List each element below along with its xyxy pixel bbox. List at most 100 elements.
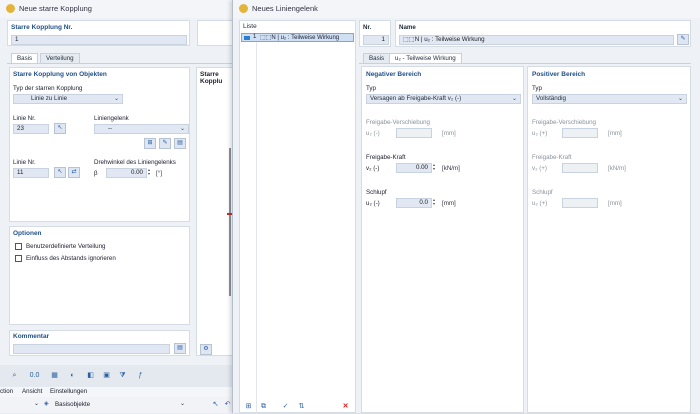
- negative-typ-dropdown[interactable]: Versagen ab Freigabe-Kraft v₂ (-) ⌄: [366, 94, 521, 104]
- sort-icon[interactable]: ⇅: [296, 401, 307, 412]
- negative-typ-label: Typ: [366, 85, 376, 92]
- pick-line1-icon[interactable]: ↖: [54, 123, 66, 134]
- hinge-value: --: [108, 125, 113, 132]
- line1-field[interactable]: 23: [13, 124, 49, 134]
- negative-force-label: v₂ (-): [366, 165, 380, 172]
- negative-title: Negativer Bereich: [366, 71, 422, 78]
- menu-item-action[interactable]: ction: [0, 388, 13, 395]
- back-no-field[interactable]: 1: [11, 35, 187, 45]
- object-bar: ⌄ ◈ Basisobjekte ⌄ ↖ ↶: [0, 397, 236, 413]
- edit-hinge-icon[interactable]: ✎: [159, 138, 171, 149]
- negative-shift-unit: [mm]: [442, 130, 456, 137]
- check-icon[interactable]: ✓: [280, 401, 291, 412]
- color-icon[interactable]: ◐: [66, 370, 79, 382]
- name-panel: Name ⬚⬚N | u₂ : Teilweise Wirkung ✎: [395, 20, 691, 47]
- hinge-dropdown[interactable]: -- ⌄: [94, 124, 189, 134]
- negative-slip-spinner[interactable]: ▴ ▾: [433, 198, 438, 206]
- chevron-down-icon: ⌄: [511, 96, 517, 102]
- negative-slip-field[interactable]: 0.0: [396, 198, 432, 208]
- library-hinge-icon[interactable]: ▤: [174, 138, 186, 149]
- positive-panel: Positiver Bereich Typ Vollständig ⌄ Frei…: [527, 66, 691, 413]
- nr-label: Nr.: [363, 24, 372, 31]
- positive-slip-title: Schlupf: [532, 189, 553, 196]
- edit-name-icon[interactable]: ✎: [677, 34, 689, 45]
- rotation-field[interactable]: 0.00: [106, 168, 147, 178]
- app-logo-icon: [6, 4, 15, 13]
- delete-icon[interactable]: ✕: [340, 401, 351, 412]
- comment-field[interactable]: [13, 344, 170, 354]
- rotation-spinner[interactable]: ▴ ▾: [148, 168, 153, 176]
- preview-settings-icon[interactable]: ⚙: [200, 344, 212, 355]
- swap-lines-icon[interactable]: ⇄: [68, 167, 80, 178]
- app-logo-icon: [239, 4, 248, 13]
- display-icon[interactable]: ▣: [100, 370, 113, 382]
- negative-panel: Negativer Bereich Typ Versagen ab Freiga…: [361, 66, 524, 413]
- type-value: Linie zu Linie: [31, 95, 68, 102]
- front-title-bar: Neues Liniengelenk: [233, 0, 700, 18]
- list-header-bar: Liste: [240, 21, 355, 31]
- chevron-down-icon: ⌄: [179, 126, 185, 132]
- negative-shift-title: Freigabe-Verschiebung: [366, 119, 430, 126]
- negative-slip-label: u₂ (-): [366, 200, 380, 207]
- positive-typ-dropdown[interactable]: Vollständig ⌄: [532, 94, 687, 104]
- list-divider: [256, 42, 257, 414]
- positive-shift-label: u₂ (+): [532, 130, 548, 137]
- bottom-toolbar: ⌕ 0.0 ▦ ◐ ◧ ▣ ⧩ ƒ: [0, 365, 236, 387]
- pick-line2-icon[interactable]: ↖: [54, 167, 66, 178]
- positive-slip-unit: [mm]: [608, 200, 622, 207]
- comment-panel: Kommentar ▤: [9, 330, 190, 356]
- back-window-title: Neue starre Kopplung: [19, 4, 92, 13]
- back-main-panel: Starre Kopplung von Objekten Typ der sta…: [9, 67, 190, 222]
- negative-typ-value: Versagen ab Freigabe-Kraft v₂ (-): [370, 95, 462, 102]
- filter-icon[interactable]: ⧩: [116, 370, 129, 382]
- list-item[interactable]: 1 ⬚⬚N | u₂ : Teilweise Wirkung: [241, 33, 354, 42]
- rotation-label: Drehwinkel des Liniengelenks: [94, 159, 176, 166]
- back-tab-line: [7, 63, 237, 64]
- options-title: Optionen: [13, 230, 42, 237]
- front-window: Neues Liniengelenk Liste 1 ⬚⬚N | u₂ : Te…: [232, 0, 700, 414]
- name-field[interactable]: ⬚⬚N | u₂ : Teilweise Wirkung: [399, 35, 674, 45]
- menu-bar: ction Ansicht Einstellungen: [0, 387, 236, 397]
- copy-item-icon[interactable]: ⧉: [258, 401, 269, 412]
- basis-objects-arrow-icon[interactable]: ⌄: [180, 400, 185, 407]
- script-icon[interactable]: ƒ: [134, 370, 147, 382]
- line2-field[interactable]: 11: [13, 168, 49, 178]
- rotation-value: 0.00: [130, 169, 143, 176]
- value-icon[interactable]: 0.0: [28, 370, 41, 382]
- search-icon[interactable]: ⌕: [8, 370, 21, 382]
- negative-slip-unit: [mm]: [442, 200, 456, 207]
- nr-field[interactable]: 1: [363, 35, 389, 45]
- new-hinge-icon[interactable]: ⊞: [144, 138, 156, 149]
- back-title-bar: Neue starre Kopplung: [0, 0, 236, 18]
- positive-force-label: v₂ (+): [532, 165, 547, 172]
- negative-force-field[interactable]: 0.00: [396, 163, 432, 173]
- positive-slip-label: u₂ (+): [532, 200, 548, 207]
- type-label: Typ der starren Kopplung: [13, 85, 83, 92]
- option-label-custom-distribution: Benutzerdefinierte Verteilung: [26, 243, 106, 250]
- option-checkbox-ignore-distance[interactable]: [15, 255, 22, 262]
- chevron-down-icon: ⌄: [113, 96, 119, 102]
- front-tab-line: [359, 63, 691, 64]
- section-title: Starre Kopplung von Objekten: [13, 71, 107, 78]
- menu-item-settings[interactable]: Einstellungen: [50, 388, 87, 395]
- type-dropdown[interactable]: Linie zu Linie ⌄: [13, 94, 123, 104]
- negative-force-title: Freigabe-Kraft: [366, 154, 406, 161]
- select-icon[interactable]: ↖: [210, 399, 221, 410]
- basis-objects-label[interactable]: Basisobjekte: [55, 401, 90, 408]
- negative-force-unit: [kN/m]: [442, 165, 460, 172]
- units-icon[interactable]: ▦: [48, 370, 61, 382]
- negative-force-spinner[interactable]: ▴ ▾: [433, 163, 438, 171]
- list-header: Liste: [243, 23, 257, 30]
- negative-slip-value: 0.0: [419, 199, 428, 206]
- positive-typ-value: Vollständig: [536, 95, 566, 102]
- positive-shift-title: Freigabe-Verschiebung: [532, 119, 596, 126]
- back-no-panel: Starre Kopplung Nr. 1: [7, 20, 190, 46]
- new-item-icon[interactable]: ⊞: [243, 401, 254, 412]
- negative-slip-title: Schlupf: [366, 189, 387, 196]
- menu-item-view[interactable]: Ansicht: [22, 388, 42, 395]
- comment-library-icon[interactable]: ▤: [174, 343, 186, 354]
- option-checkbox-custom-distribution[interactable]: [15, 243, 22, 250]
- basis-objects-chevron-icon[interactable]: ⌄: [34, 400, 39, 407]
- render-icon[interactable]: ◧: [84, 370, 97, 382]
- positive-slip-field: [562, 198, 598, 208]
